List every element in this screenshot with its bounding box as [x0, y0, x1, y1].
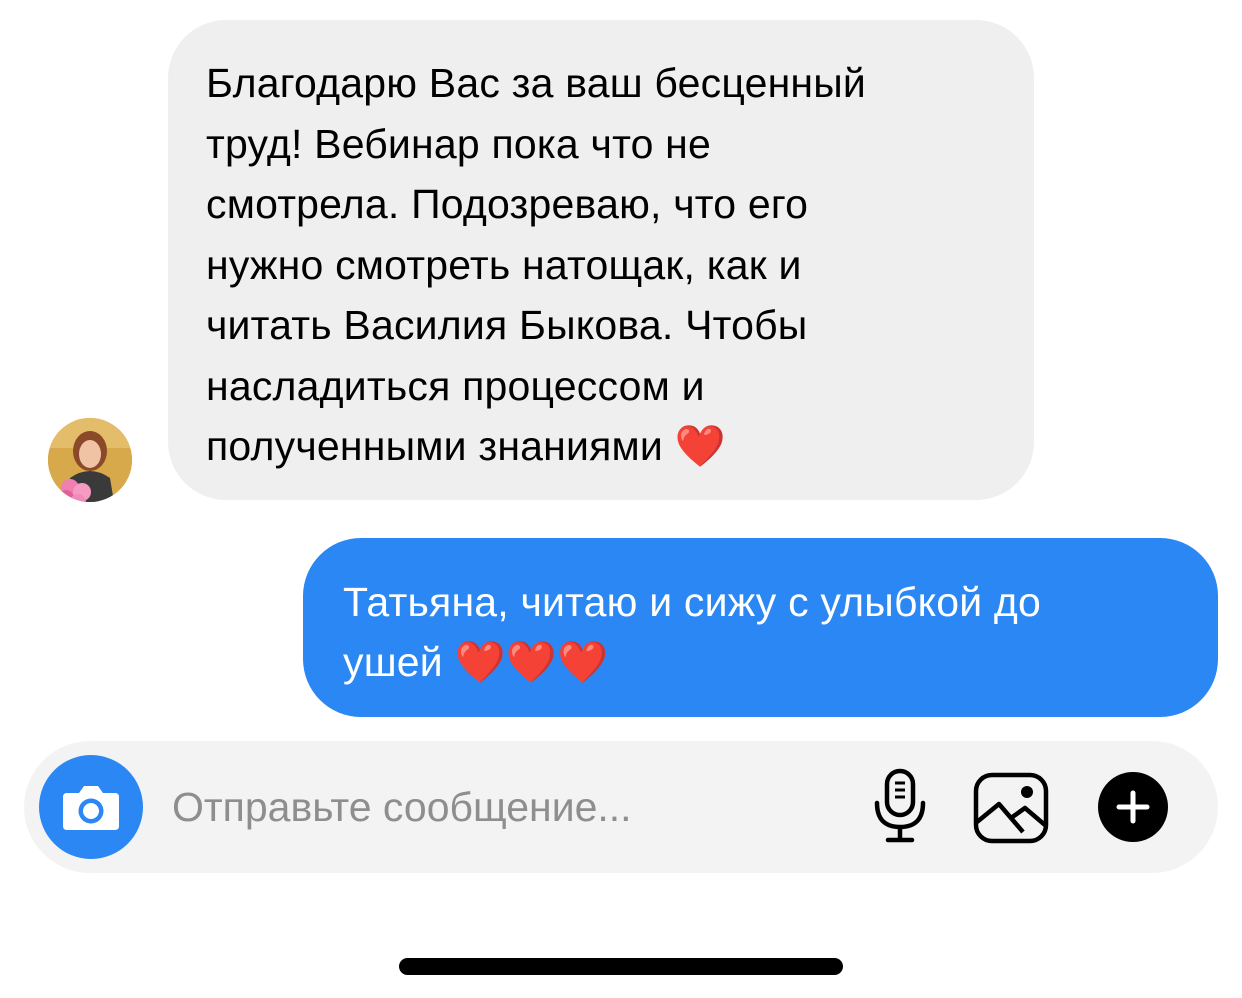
camera-icon: [63, 786, 119, 830]
avatar-photo: [48, 418, 132, 502]
home-indicator[interactable]: [399, 958, 843, 975]
gallery-button[interactable]: [971, 770, 1051, 846]
message-thread: Благодарю Вас за ваш бесценный труд! Веб…: [0, 0, 1242, 740]
outgoing-message-bubble[interactable]: Татьяна, читаю и сижу с улыбкой до ушей …: [303, 538, 1218, 717]
incoming-message-row: Благодарю Вас за ваш бесценный труд! Веб…: [0, 20, 1242, 502]
add-button[interactable]: [1098, 772, 1168, 842]
message-composer: [24, 741, 1218, 873]
incoming-message-bubble[interactable]: Благодарю Вас за ваш бесценный труд! Веб…: [168, 20, 1034, 500]
plus-icon: [1116, 790, 1150, 824]
image-icon: [973, 772, 1049, 844]
microphone-button[interactable]: [870, 767, 930, 847]
camera-button[interactable]: [39, 755, 143, 859]
avatar[interactable]: [48, 418, 132, 502]
message-input[interactable]: [172, 781, 772, 833]
microphone-icon: [874, 768, 926, 843]
